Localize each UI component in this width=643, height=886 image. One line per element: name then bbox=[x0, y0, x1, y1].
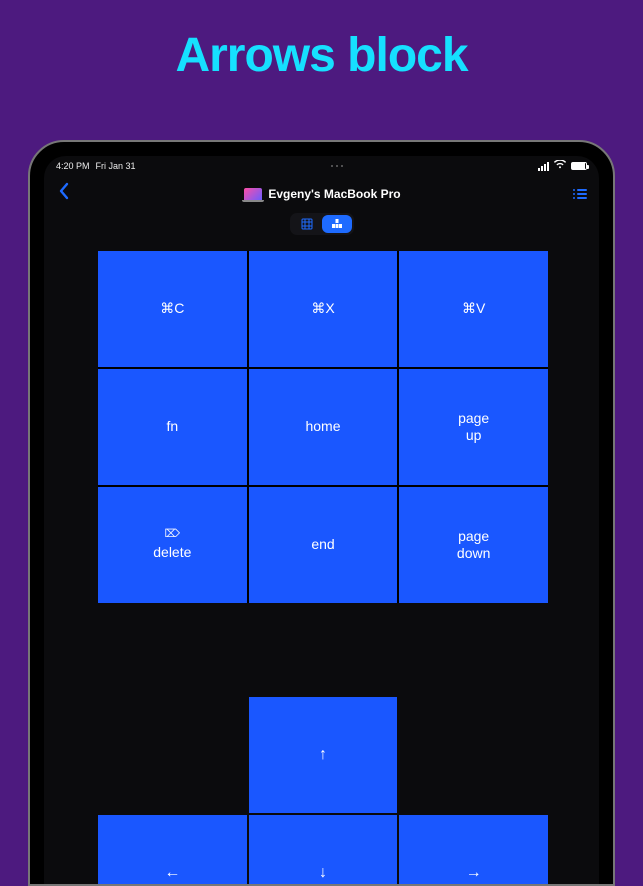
spacer bbox=[399, 697, 548, 813]
tablet-frame: 4:20 PM Fri Jan 31 Evgeny's MacBook Pro bbox=[28, 140, 615, 886]
keypad-area: ⌘C ⌘X ⌘V fn home page up ⌦ delete end pa… bbox=[44, 245, 599, 884]
nav-title: Evgeny's MacBook Pro bbox=[244, 187, 400, 201]
layout-option-grid[interactable] bbox=[292, 215, 322, 233]
status-time: 4:20 PM bbox=[56, 161, 90, 171]
screen: 4:20 PM Fri Jan 31 Evgeny's MacBook Pro bbox=[44, 156, 599, 884]
back-button[interactable] bbox=[54, 182, 74, 205]
key-label: ⌦ delete bbox=[153, 528, 191, 561]
shortcut-grid: ⌘C ⌘X ⌘V fn home page up ⌦ delete end pa… bbox=[98, 251, 548, 603]
status-bar: 4:20 PM Fri Jan 31 bbox=[44, 156, 599, 176]
key-text: delete bbox=[153, 544, 191, 560]
key-page-up[interactable]: page up bbox=[399, 369, 548, 485]
multitask-dots-icon[interactable] bbox=[331, 165, 343, 167]
key-label: page up bbox=[458, 410, 489, 445]
arrow-keys: ↑ ← ↓ → bbox=[98, 697, 548, 884]
key-label: end bbox=[311, 536, 334, 554]
list-view-button[interactable] bbox=[571, 187, 589, 201]
layout-option-arrows[interactable] bbox=[322, 215, 352, 233]
key-cmd-x[interactable]: ⌘X bbox=[249, 251, 398, 367]
arrow-left-icon: ← bbox=[164, 864, 180, 882]
key-page-down[interactable]: page down bbox=[399, 487, 548, 603]
cellular-signal-icon bbox=[538, 162, 549, 171]
page-title: Arrows block bbox=[0, 28, 643, 83]
key-label: ⌘X bbox=[311, 300, 334, 318]
key-delete[interactable]: ⌦ delete bbox=[98, 487, 247, 603]
key-cmd-c[interactable]: ⌘C bbox=[98, 251, 247, 367]
device-name-label: Evgeny's MacBook Pro bbox=[268, 187, 400, 201]
key-fn[interactable]: fn bbox=[98, 369, 247, 485]
key-label: ⌘C bbox=[160, 300, 184, 318]
key-arrow-down[interactable]: ↓ bbox=[249, 815, 398, 884]
key-label: home bbox=[305, 418, 340, 436]
arrow-right-icon: → bbox=[466, 864, 482, 882]
battery-icon bbox=[571, 162, 587, 170]
key-arrow-right[interactable]: → bbox=[399, 815, 548, 884]
key-arrow-up[interactable]: ↑ bbox=[249, 697, 398, 813]
status-date: Fri Jan 31 bbox=[96, 161, 136, 171]
layout-segmented-control[interactable] bbox=[290, 213, 354, 235]
key-cmd-v[interactable]: ⌘V bbox=[399, 251, 548, 367]
arrow-up-icon: ↑ bbox=[319, 746, 327, 764]
key-symbol: ⌦ bbox=[153, 528, 191, 542]
key-home[interactable]: home bbox=[249, 369, 398, 485]
wifi-icon bbox=[554, 160, 566, 172]
key-arrow-left[interactable]: ← bbox=[98, 815, 247, 884]
laptop-icon bbox=[244, 188, 262, 200]
spacer bbox=[98, 697, 247, 813]
key-label: fn bbox=[166, 418, 178, 436]
key-end[interactable]: end bbox=[249, 487, 398, 603]
key-label: page down bbox=[457, 528, 490, 563]
arrow-down-icon: ↓ bbox=[319, 864, 327, 882]
key-label: ⌘V bbox=[462, 300, 485, 318]
nav-bar: Evgeny's MacBook Pro bbox=[44, 176, 599, 209]
